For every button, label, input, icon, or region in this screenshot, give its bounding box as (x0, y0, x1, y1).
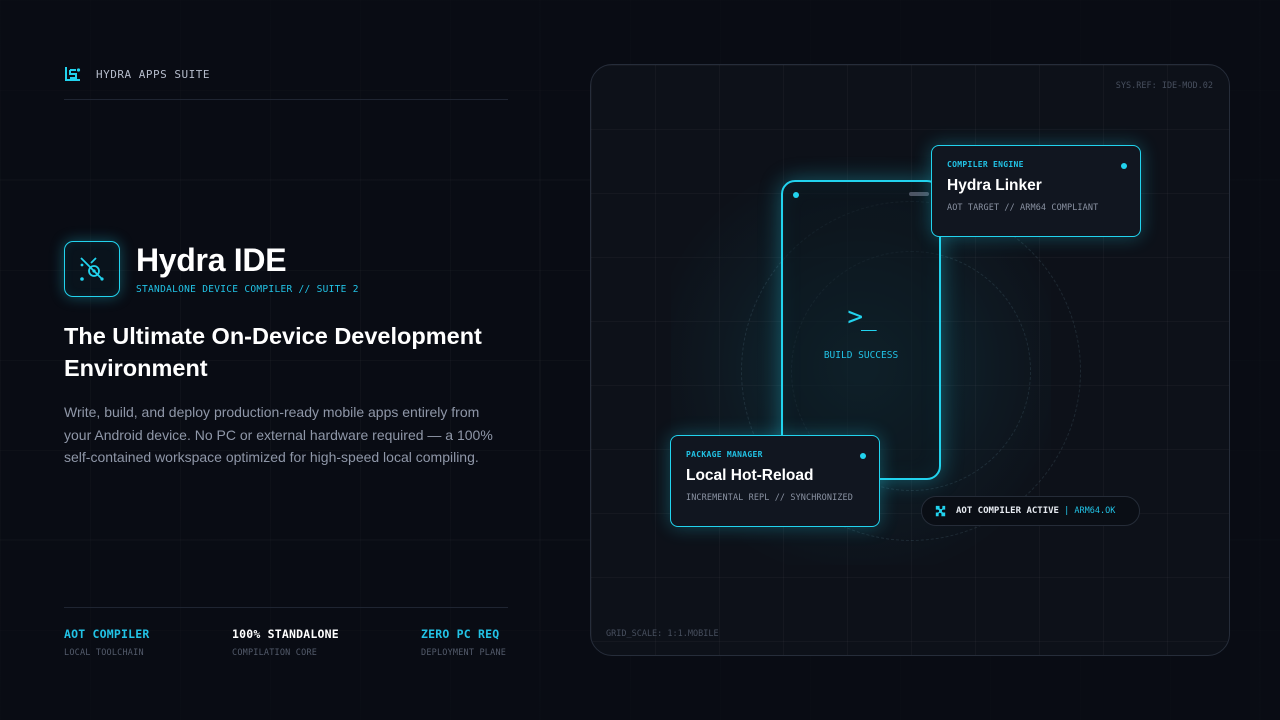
sys-ref-label: SYS.REF: IDE-MOD.02 (1115, 81, 1213, 91)
stat-aot-compiler: AOT COMPILER LOCAL TOOLCHAIN (64, 627, 149, 658)
stat-value: ZERO PC REQ (421, 627, 500, 641)
puzzle-icon (935, 505, 946, 516)
headline: The Ultimate On-Device Development Envir… (64, 323, 482, 381)
compiler-target-icon (80, 257, 104, 281)
card-tag: COMPILER ENGINE (947, 160, 1024, 169)
card-tag: PACKAGE MANAGER (686, 450, 763, 459)
stat-label: COMPILATION CORE (232, 648, 318, 658)
app-logo (64, 241, 120, 297)
card-meta: INCREMENTAL REPL // SYNCHRONIZED (686, 493, 853, 503)
pill-separator: | (1063, 506, 1070, 516)
stat-standalone: 100% STANDALONE COMPILATION CORE (232, 627, 339, 658)
stat-value: AOT COMPILER (64, 627, 150, 641)
package-manager-card: PACKAGE MANAGER Local Hot-Reload INCREME… (670, 435, 880, 527)
status-dot-icon (1121, 163, 1127, 169)
grid-scale-label: GRID_SCALE: 1:1.MOBILE (606, 629, 719, 639)
feature-stats: AOT COMPILER LOCAL TOOLCHAIN 100% STANDA… (64, 607, 508, 659)
stat-value: 100% STANDALONE (232, 627, 339, 641)
app-subtitle: STANDALONE DEVICE COMPILER // SUITE 2 (136, 284, 359, 295)
terminal-prompt-icon: >_ (847, 302, 876, 332)
pill-status-text: AOT COMPILER ACTIVE (956, 506, 1059, 516)
pill-arch-status: ARM64.OK (1074, 506, 1116, 516)
app-title: Hydra IDE (136, 242, 287, 278)
compiler-engine-card: COMPILER ENGINE Hydra Linker AOT TARGET … (931, 145, 1141, 237)
device-visual-panel: SYS.REF: IDE-MOD.02 GRID_SCALE: 1:1.MOBI… (590, 64, 1230, 656)
hydra-suite-logo-icon (65, 67, 81, 81)
status-dot-icon (860, 453, 866, 459)
brand-label: HYDRA APPS SUITE (96, 68, 210, 81)
stat-label: LOCAL TOOLCHAIN (64, 648, 144, 658)
stat-label: DEPLOYMENT PLANE (421, 648, 507, 658)
compiler-status-pill: AOT COMPILER ACTIVE | ARM64.OK (921, 496, 1140, 526)
stat-zero-pc: ZERO PC REQ DEPLOYMENT PLANE (421, 627, 506, 658)
description: Write, build, and deploy production-read… (64, 404, 493, 465)
phone-camera-dot (793, 192, 799, 198)
card-title: Hydra Linker (947, 177, 1042, 194)
build-status: BUILD SUCCESS (823, 350, 899, 361)
card-meta: AOT TARGET // ARM64 COMPLIANT (947, 203, 1099, 213)
phone-speaker-bar (909, 192, 929, 196)
card-title: Local Hot-Reload (686, 467, 814, 484)
brand-header: HYDRA APPS SUITE (64, 64, 508, 100)
